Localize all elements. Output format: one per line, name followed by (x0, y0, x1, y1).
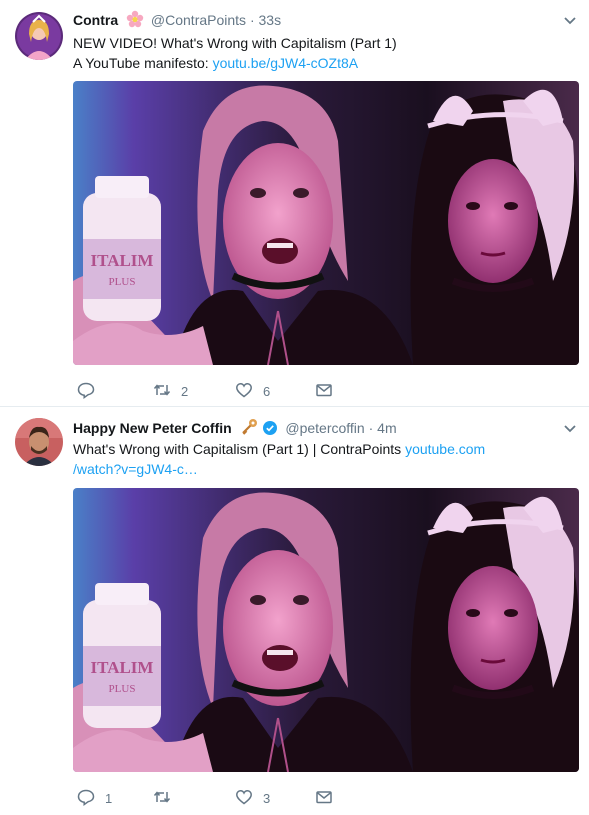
tweet-header: Contra @ContraPoints · 33s (73, 10, 579, 30)
tweet-text-line: What's Wrong with Capitalism (Part 1) | … (73, 439, 577, 459)
retweet-button[interactable] (153, 788, 181, 808)
handle[interactable]: @ContraPoints (151, 12, 246, 28)
tweet-link[interactable]: youtu.be/gJW4-cOZt8A (213, 55, 359, 71)
flower-emoji-icon (126, 10, 144, 33)
tweet-text: NEW VIDEO! What's Wrong with Capitalism … (73, 33, 577, 73)
separator: · (249, 12, 255, 28)
tweet-petercoffin[interactable]: Happy New Peter Coffin @petercoffin · 4m… (0, 407, 589, 815)
retweet-icon (153, 788, 171, 809)
media-image[interactable]: ITALIM PLUS (73, 488, 579, 772)
display-name[interactable]: Contra (73, 12, 118, 28)
tweet-link-continued[interactable]: /watch?v=gJW4-c… (73, 459, 577, 479)
tweet-text-line: NEW VIDEO! What's Wrong with Capitalism … (73, 35, 397, 51)
like-button[interactable]: 6 (235, 381, 270, 401)
avatar[interactable] (15, 12, 63, 60)
timestamp[interactable]: 4m (377, 420, 396, 436)
like-button[interactable]: 3 (235, 788, 270, 808)
tweet-header: Happy New Peter Coffin @petercoffin · 4m (73, 418, 579, 438)
verified-badge-icon (262, 420, 278, 441)
reply-button[interactable]: 1 (77, 788, 112, 808)
chevron-down-icon[interactable] (563, 14, 577, 28)
display-name[interactable]: Happy New Peter Coffin (73, 420, 232, 436)
key-emoji-icon (240, 418, 258, 441)
mail-icon (315, 788, 333, 809)
action-bar: 2 6 (73, 381, 577, 401)
bottle-label: ITALIM (91, 251, 154, 270)
tweet-link[interactable]: youtube.com (405, 441, 485, 457)
retweet-count: 2 (181, 383, 189, 399)
media-image[interactable]: ITALIM PLUS (73, 81, 579, 365)
tweet-text-prefix: What's Wrong with Capitalism (Part 1) | … (73, 441, 406, 457)
separator: · (368, 420, 374, 436)
heart-icon (235, 788, 253, 809)
direct-message-button[interactable] (315, 381, 333, 401)
tweet-text: What's Wrong with Capitalism (Part 1) | … (73, 439, 577, 479)
mail-icon (315, 381, 333, 402)
action-bar: 1 3 (73, 788, 577, 808)
retweet-button[interactable]: 2 (153, 381, 188, 401)
reply-icon (77, 788, 95, 809)
chevron-down-icon[interactable] (563, 422, 577, 436)
like-count: 6 (263, 383, 271, 399)
handle[interactable]: @petercoffin (285, 420, 364, 436)
tweet-contra[interactable]: Contra @ContraPoints · 33s NEW VIDEO! Wh… (0, 0, 589, 407)
like-count: 3 (263, 790, 271, 806)
reply-count: 1 (105, 790, 113, 806)
bottle-sublabel: PLUS (109, 276, 136, 288)
bottle-label: ITALIM (91, 658, 154, 677)
tweet-text-line: A YouTube manifesto: youtu.be/gJW4-cOZt8… (73, 53, 577, 73)
timestamp[interactable]: 33s (259, 12, 282, 28)
avatar[interactable] (15, 418, 63, 466)
reply-button[interactable] (77, 381, 105, 401)
heart-icon (235, 381, 253, 402)
retweet-icon (153, 381, 171, 402)
direct-message-button[interactable] (315, 788, 333, 808)
tweet-text-prefix: A YouTube manifesto: (73, 55, 213, 71)
reply-icon (77, 381, 95, 402)
bottle-sublabel: PLUS (109, 683, 136, 695)
